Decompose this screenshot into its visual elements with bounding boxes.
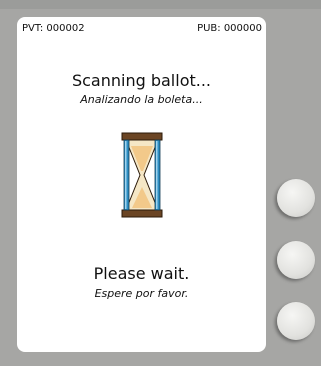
side-button-middle[interactable] [277, 241, 315, 279]
side-button-top[interactable] [277, 179, 315, 217]
display-screen: PVT: 000002 PUB: 000000 Scanning ballot.… [17, 17, 266, 352]
side-button-bottom[interactable] [277, 302, 315, 340]
pub-counter: PUB: 000000 [197, 23, 262, 34]
device-bezel-top [0, 0, 321, 9]
wait-message-spanish: Espere por favor. [94, 287, 189, 300]
hourglass-icon [121, 132, 163, 218]
pvt-counter: PVT: 000002 [22, 23, 85, 34]
status-title-english: Scanning ballot... [71, 71, 212, 90]
status-title-spanish: Analizando la boleta... [80, 93, 203, 106]
wait-message-english: Please wait. [93, 264, 190, 283]
